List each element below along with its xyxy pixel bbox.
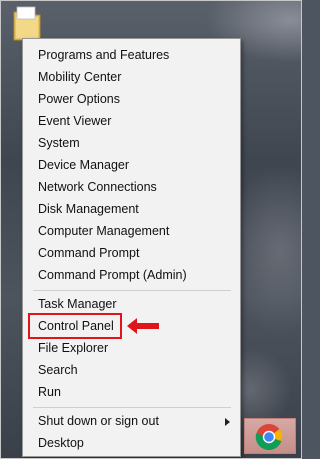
chrome-icon bbox=[255, 424, 283, 451]
red-pointer-arrow-icon bbox=[127, 318, 159, 334]
menu-item-power-options[interactable]: Power Options bbox=[23, 88, 240, 110]
menu-item-network-connections[interactable]: Network Connections bbox=[23, 176, 240, 198]
chevron-right-icon bbox=[225, 418, 230, 426]
control-panel-highlight-box bbox=[28, 313, 122, 339]
menu-item-command-prompt-admin[interactable]: Command Prompt (Admin) bbox=[23, 264, 240, 286]
menu-item-shut-down-or-sign-out[interactable]: Shut down or sign out bbox=[23, 410, 240, 432]
folder-icon[interactable] bbox=[12, 4, 42, 42]
menu-item-task-manager[interactable]: Task Manager bbox=[23, 293, 240, 315]
menu-item-system[interactable]: System bbox=[23, 132, 240, 154]
menu-item-programs-and-features[interactable]: Programs and Features bbox=[23, 44, 240, 66]
menu-item-label: Shut down or sign out bbox=[38, 414, 159, 428]
menu-separator bbox=[33, 290, 231, 291]
menu-item-run[interactable]: Run bbox=[23, 381, 240, 403]
quick-link-menu: Programs and Features Mobility Center Po… bbox=[22, 38, 241, 457]
menu-item-event-viewer[interactable]: Event Viewer bbox=[23, 110, 240, 132]
menu-item-device-manager[interactable]: Device Manager bbox=[23, 154, 240, 176]
menu-item-disk-management[interactable]: Disk Management bbox=[23, 198, 240, 220]
menu-item-computer-management[interactable]: Computer Management bbox=[23, 220, 240, 242]
menu-item-desktop[interactable]: Desktop bbox=[23, 432, 240, 454]
menu-separator bbox=[33, 407, 231, 408]
menu-item-command-prompt[interactable]: Command Prompt bbox=[23, 242, 240, 264]
menu-item-file-explorer[interactable]: File Explorer bbox=[23, 337, 240, 359]
menu-item-mobility-center[interactable]: Mobility Center bbox=[23, 66, 240, 88]
menu-item-search[interactable]: Search bbox=[23, 359, 240, 381]
